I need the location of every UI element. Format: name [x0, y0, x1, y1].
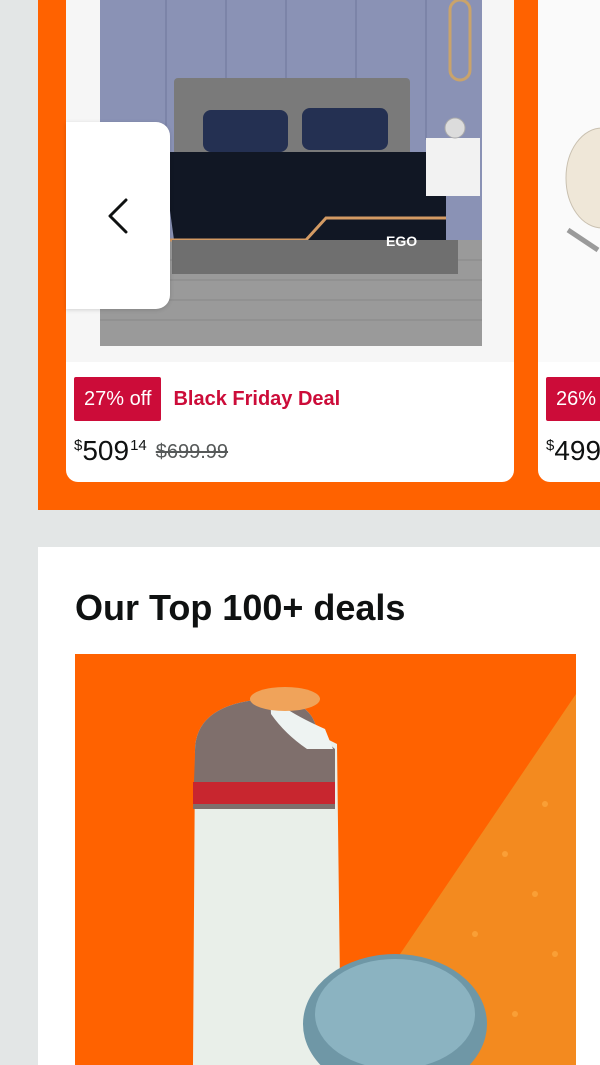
product-price: $ 509 14 $699.99 — [74, 434, 228, 468]
product-image[interactable] — [538, 0, 600, 362]
price-symbol: $ — [546, 437, 555, 454]
hero-products-image — [193, 687, 576, 1065]
chevron-left-icon — [108, 198, 128, 233]
discount-badge: 27% off — [74, 377, 162, 421]
price-symbol: $ — [74, 437, 83, 454]
carousel-prev-button[interactable] — [66, 122, 170, 309]
price-whole: 509 — [82, 435, 130, 466]
price-whole: 499 — [554, 435, 600, 466]
top-deals-section: Our Top 100+ deals — [38, 547, 600, 1065]
kitchenware-image — [565, 127, 600, 253]
top-deals-hero-image[interactable] — [75, 654, 576, 1065]
discount-badge: 26% — [546, 377, 600, 421]
deal-label: Black Friday Deal — [173, 387, 341, 410]
product-price: $ 499 — [546, 434, 600, 468]
product-card-next[interactable]: 26% $ 499 — [538, 0, 600, 482]
list-price: $699.99 — [155, 441, 229, 463]
section-title: Our Top 100+ deals — [75, 587, 406, 628]
product-brand-mark: EGO — [386, 233, 417, 249]
price-fraction: 14 — [130, 437, 147, 454]
